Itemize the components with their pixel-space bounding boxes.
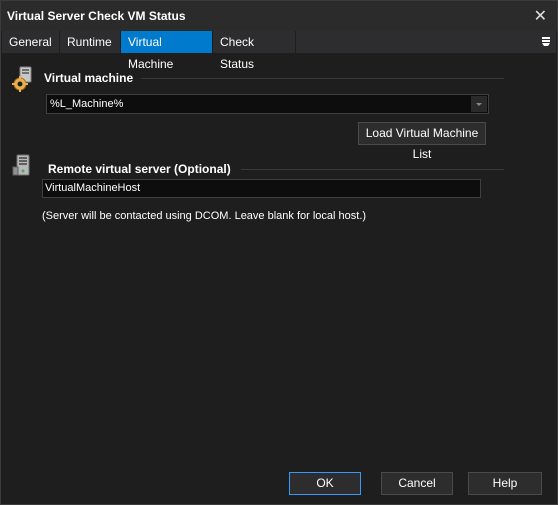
combo-value: %L_Machine% bbox=[50, 98, 124, 110]
virtual-machine-combo[interactable]: %L_Machine% bbox=[46, 94, 489, 114]
tab-general[interactable]: General bbox=[2, 31, 60, 53]
close-icon[interactable]: ✕ bbox=[534, 6, 547, 26]
help-button[interactable]: Help bbox=[468, 472, 542, 495]
remote-server-label: Remote virtual server (Optional) bbox=[48, 162, 231, 176]
hamburger-icon[interactable] bbox=[540, 35, 552, 47]
dialog-window: Virtual Server Check VM Status ✕ General… bbox=[0, 0, 558, 505]
load-vm-list-button[interactable]: Load Virtual Machine List bbox=[358, 122, 486, 161]
tab-runtime[interactable]: Runtime bbox=[60, 31, 121, 53]
ok-button[interactable]: OK bbox=[289, 472, 361, 495]
section-divider bbox=[241, 169, 504, 170]
remote-server-value: VirtualMachineHost bbox=[45, 182, 141, 194]
server-tower-icon bbox=[11, 153, 37, 179]
chevron-down-icon[interactable] bbox=[471, 96, 487, 112]
title-bar: Virtual Server Check VM Status ✕ bbox=[1, 1, 557, 31]
tab-virtual-machine[interactable]: Virtual Machine bbox=[121, 31, 213, 71]
dcom-note: (Server will be contacted using DCOM. Le… bbox=[42, 210, 367, 222]
cancel-button[interactable]: Cancel bbox=[381, 472, 453, 495]
tab-strip: General Runtime Virtual Machine Check St… bbox=[2, 31, 556, 71]
gear-computer-icon bbox=[11, 65, 39, 93]
remote-server-input[interactable]: VirtualMachineHost bbox=[42, 179, 481, 198]
virtual-machine-label: Virtual machine bbox=[44, 71, 134, 85]
section-divider bbox=[141, 78, 504, 79]
window-title: Virtual Server Check VM Status bbox=[7, 9, 186, 23]
tab-check-status[interactable]: Check Status bbox=[213, 31, 296, 71]
